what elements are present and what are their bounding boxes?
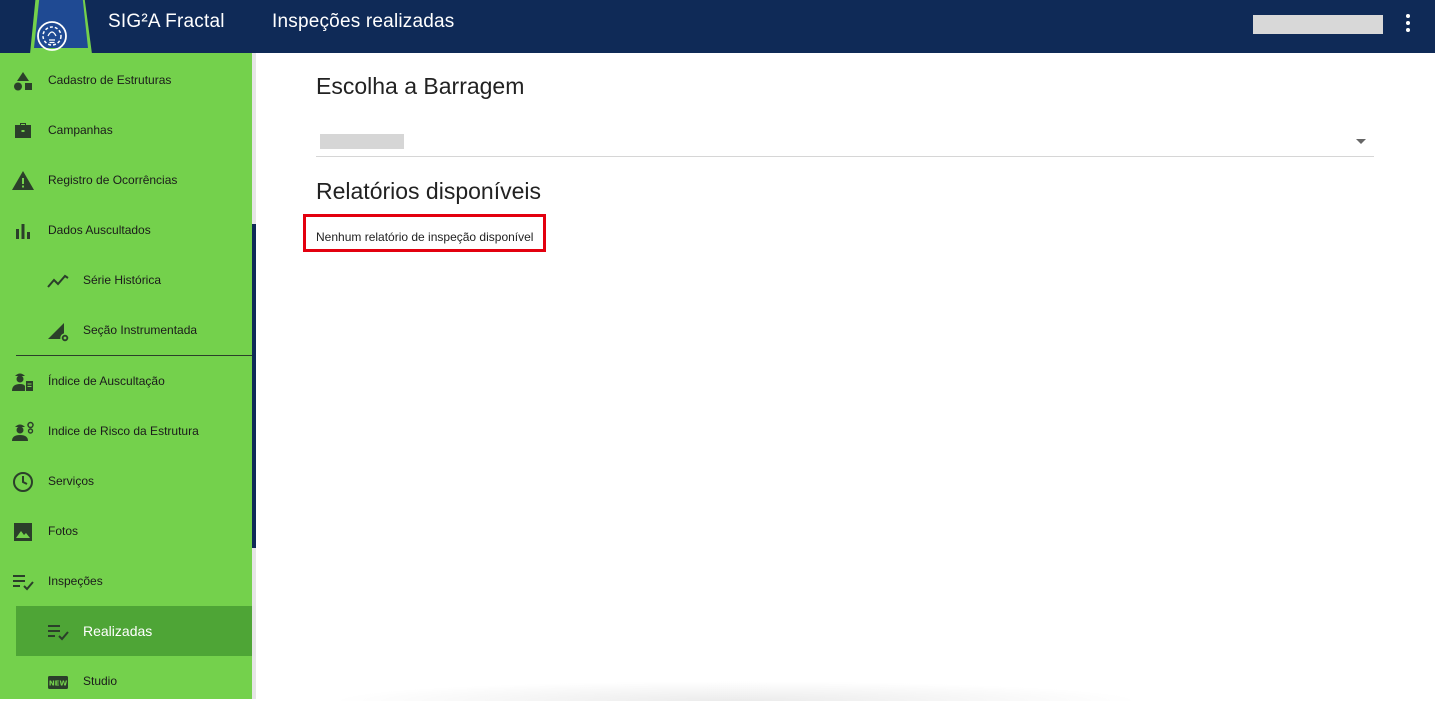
sidebar-item-label: Campanhas	[48, 123, 113, 137]
empty-reports-text: Nenhum relatório de inspeção disponível	[316, 230, 534, 244]
sidebar-item-label: Índice de Auscultação	[48, 374, 165, 388]
new-badge-icon: NEW	[48, 676, 68, 689]
app-title: SIG²A Fractal	[108, 11, 225, 32]
sidebar-item-indice-auscultacao[interactable]: Índice de Auscultação	[0, 356, 252, 406]
sidebar-item-fotos[interactable]: Fotos	[0, 506, 252, 556]
trend-line-icon	[47, 274, 69, 288]
dam-select[interactable]	[316, 127, 1374, 157]
top-app-bar: SIG²A Fractal Inspeções realizadas	[0, 0, 1435, 54]
sidebar-item-campanhas[interactable]: Campanhas	[0, 105, 252, 155]
sidebar-item-label: Studio	[83, 674, 118, 688]
sidebar-item-label: Inspeções	[48, 574, 103, 588]
image-icon	[14, 523, 32, 541]
sidebar-item-serie-historica[interactable]: Série Histórica	[0, 255, 252, 305]
sidebar-item-inspecoes[interactable]: Inspeções	[0, 556, 252, 606]
sidebar-item-label: Fotos	[48, 524, 79, 538]
bar-chart-icon	[16, 224, 30, 239]
sidebar-item-label: Registro de Ocorrências	[48, 173, 178, 187]
sidebar-nav: Cadastro de Estruturas Campanhas Registr…	[0, 53, 252, 699]
sidebar-item-label: Indice de Risco da Estrutura	[48, 424, 199, 438]
engineer-report-icon	[12, 373, 33, 391]
sidebar-item-realizadas[interactable]: Realizadas	[16, 606, 252, 656]
warning-icon	[12, 171, 34, 190]
page-title: Inspeções realizadas	[272, 11, 455, 32]
shapes-icon	[14, 72, 32, 91]
sidebar-item-label: Seção Instrumentada	[83, 323, 198, 337]
playlist-check-icon	[48, 625, 69, 641]
sidebar-item-secao-instrumentada[interactable]: Seção Instrumentada	[0, 305, 252, 355]
gear-bulb-logo-icon[interactable]	[22, 0, 98, 60]
user-name-placeholder[interactable]	[1253, 15, 1383, 34]
engineer-gear-icon	[12, 421, 34, 441]
dam-select-value-placeholder	[320, 134, 404, 149]
main-content: Escolha a Barragem Relatórios disponívei…	[256, 53, 1435, 701]
sidebar-item-servicos[interactable]: Serviços	[0, 456, 252, 506]
choose-dam-heading: Escolha a Barragem	[316, 73, 525, 99]
briefcase-icon	[15, 123, 31, 138]
sidebar-item-indice-risco[interactable]: Indice de Risco da Estrutura	[0, 406, 252, 456]
sidebar-item-label: Serviços	[48, 474, 95, 488]
sidebar-item-label: Cadastro de Estruturas	[48, 73, 172, 87]
sidebar-item-label: Realizadas	[83, 623, 153, 639]
sidebar-item-registro-ocorrencias[interactable]: Registro de Ocorrências	[0, 155, 252, 205]
reports-heading: Relatórios disponíveis	[316, 178, 542, 204]
dropdown-arrow-icon[interactable]	[1356, 139, 1366, 144]
empty-reports-message: Nenhum relatório de inspeção disponível	[303, 214, 546, 252]
playlist-check-icon	[13, 575, 34, 591]
sidebar-item-dados-auscultados[interactable]: Dados Auscultados	[0, 205, 252, 255]
sidebar-item-label: Série Histórica	[83, 273, 162, 287]
more-vert-icon[interactable]	[1398, 11, 1418, 35]
svg-text:NEW: NEW	[49, 680, 68, 688]
sidebar-item-cadastro-estruturas[interactable]: Cadastro de Estruturas	[0, 55, 252, 105]
clock-icon	[13, 472, 33, 492]
section-gear-icon	[48, 323, 70, 343]
sidebar-item-studio[interactable]: NEW Studio	[0, 656, 252, 699]
bottom-shadow	[326, 681, 1146, 701]
sidebar-item-label: Dados Auscultados	[48, 223, 151, 237]
